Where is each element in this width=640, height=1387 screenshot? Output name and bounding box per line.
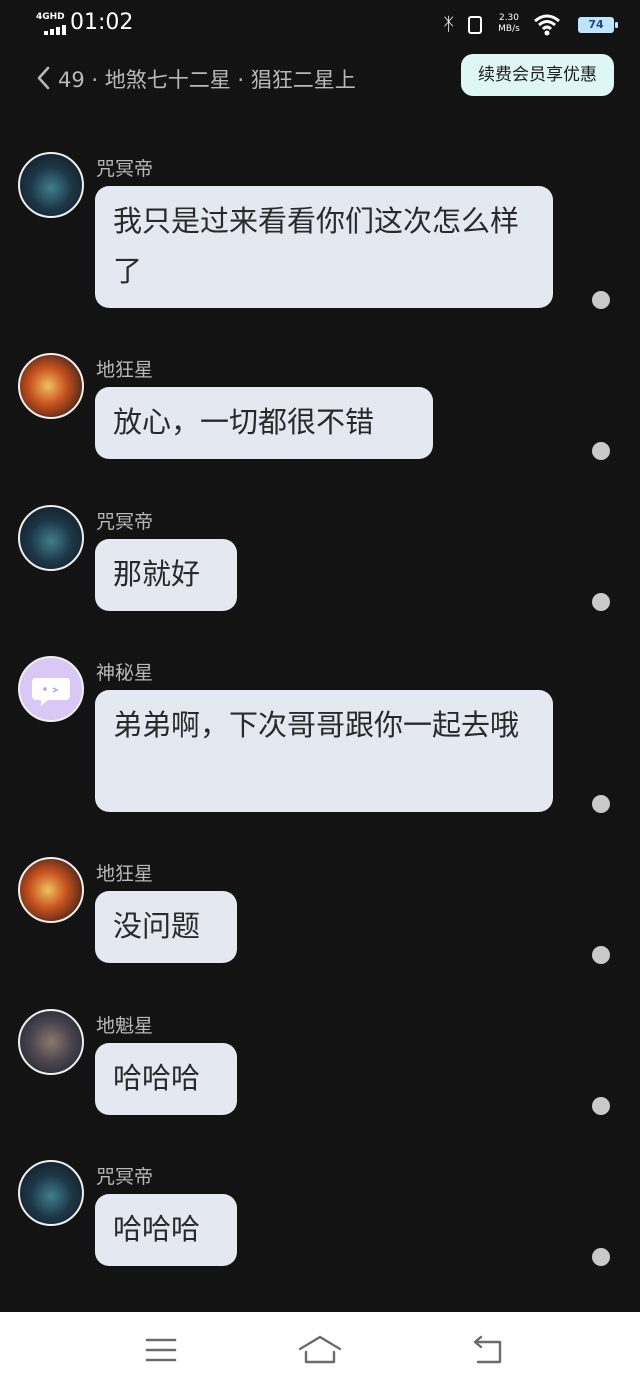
- message-item: 咒冥帝 那就好: [0, 505, 640, 615]
- avatar-speech-bubble-face[interactable]: [18, 656, 84, 722]
- menu-icon[interactable]: [139, 1330, 183, 1370]
- sender-name: 咒冥帝: [96, 1166, 154, 1188]
- system-navigation-bar: [0, 1312, 640, 1387]
- chat-header: 49 · 地煞七十二星 · 猖狂二星上 续费会员享优惠: [0, 50, 640, 106]
- vip-renew-button[interactable]: 续费会员享优惠: [461, 54, 614, 96]
- sender-name: 神秘星: [96, 662, 154, 684]
- avatar-fire-character[interactable]: [18, 353, 84, 419]
- clock: 01:02: [70, 10, 134, 35]
- signal-icon: [44, 25, 70, 35]
- avatar-hooded-figure[interactable]: [18, 505, 84, 571]
- message-bubble[interactable]: 弟弟啊，下次哥哥跟你一起去哦: [95, 690, 553, 812]
- message-bubble[interactable]: 那就好: [95, 539, 237, 611]
- message-item: 咒冥帝 哈哈哈: [0, 1160, 640, 1270]
- wifi-icon: [534, 14, 560, 36]
- avatar-hooded-figure[interactable]: [18, 1160, 84, 1226]
- message-bubble[interactable]: 我只是过来看看你们这次怎么样了: [95, 186, 553, 308]
- message-bubble[interactable]: 没问题: [95, 891, 237, 963]
- message-bubble[interactable]: 放心，一切都很不错: [95, 387, 433, 459]
- message-status-dot: [592, 1248, 610, 1266]
- sender-name: 咒冥帝: [96, 158, 154, 180]
- message-status-dot: [592, 1097, 610, 1115]
- message-item: 地狂星 没问题: [0, 857, 640, 967]
- vibrate-icon: [468, 16, 482, 34]
- sender-name: 地狂星: [96, 863, 154, 885]
- message-item: 地魁星 哈哈哈: [0, 1009, 640, 1119]
- status-bar: 4GHD 01:02 ᛡ 2.30 MB/s 74: [0, 0, 640, 50]
- message-status-dot: [592, 946, 610, 964]
- page-title: 49 · 地煞七十二星 · 猖狂二星上: [58, 68, 356, 92]
- message-item: 咒冥帝 我只是过来看看你们这次怎么样了: [0, 152, 640, 312]
- avatar-hooded-figure[interactable]: [18, 152, 84, 218]
- network-speed: 2.30 MB/s: [498, 13, 520, 34]
- message-status-dot: [592, 795, 610, 813]
- back-icon[interactable]: [466, 1330, 510, 1370]
- message-item: 神秘星 弟弟啊，下次哥哥跟你一起去哦: [0, 656, 640, 816]
- avatar-armored-character[interactable]: [18, 1009, 84, 1075]
- battery-icon: 74: [578, 17, 618, 33]
- message-status-dot: [592, 291, 610, 309]
- home-icon[interactable]: [298, 1330, 342, 1370]
- message-bubble[interactable]: 哈哈哈: [95, 1194, 237, 1266]
- chevron-left-icon[interactable]: [34, 64, 58, 92]
- message-status-dot: [592, 442, 610, 460]
- network-type: 4GHD: [36, 12, 65, 22]
- speech-bubble-icon: [32, 678, 70, 706]
- avatar-fire-character[interactable]: [18, 857, 84, 923]
- message-item: 地狂星 放心，一切都很不错: [0, 353, 640, 463]
- sender-name: 地魁星: [96, 1015, 154, 1037]
- sender-name: 咒冥帝: [96, 511, 154, 533]
- bluetooth-icon: ᛡ: [443, 14, 454, 35]
- message-status-dot: [592, 593, 610, 611]
- message-bubble[interactable]: 哈哈哈: [95, 1043, 237, 1115]
- sender-name: 地狂星: [96, 359, 154, 381]
